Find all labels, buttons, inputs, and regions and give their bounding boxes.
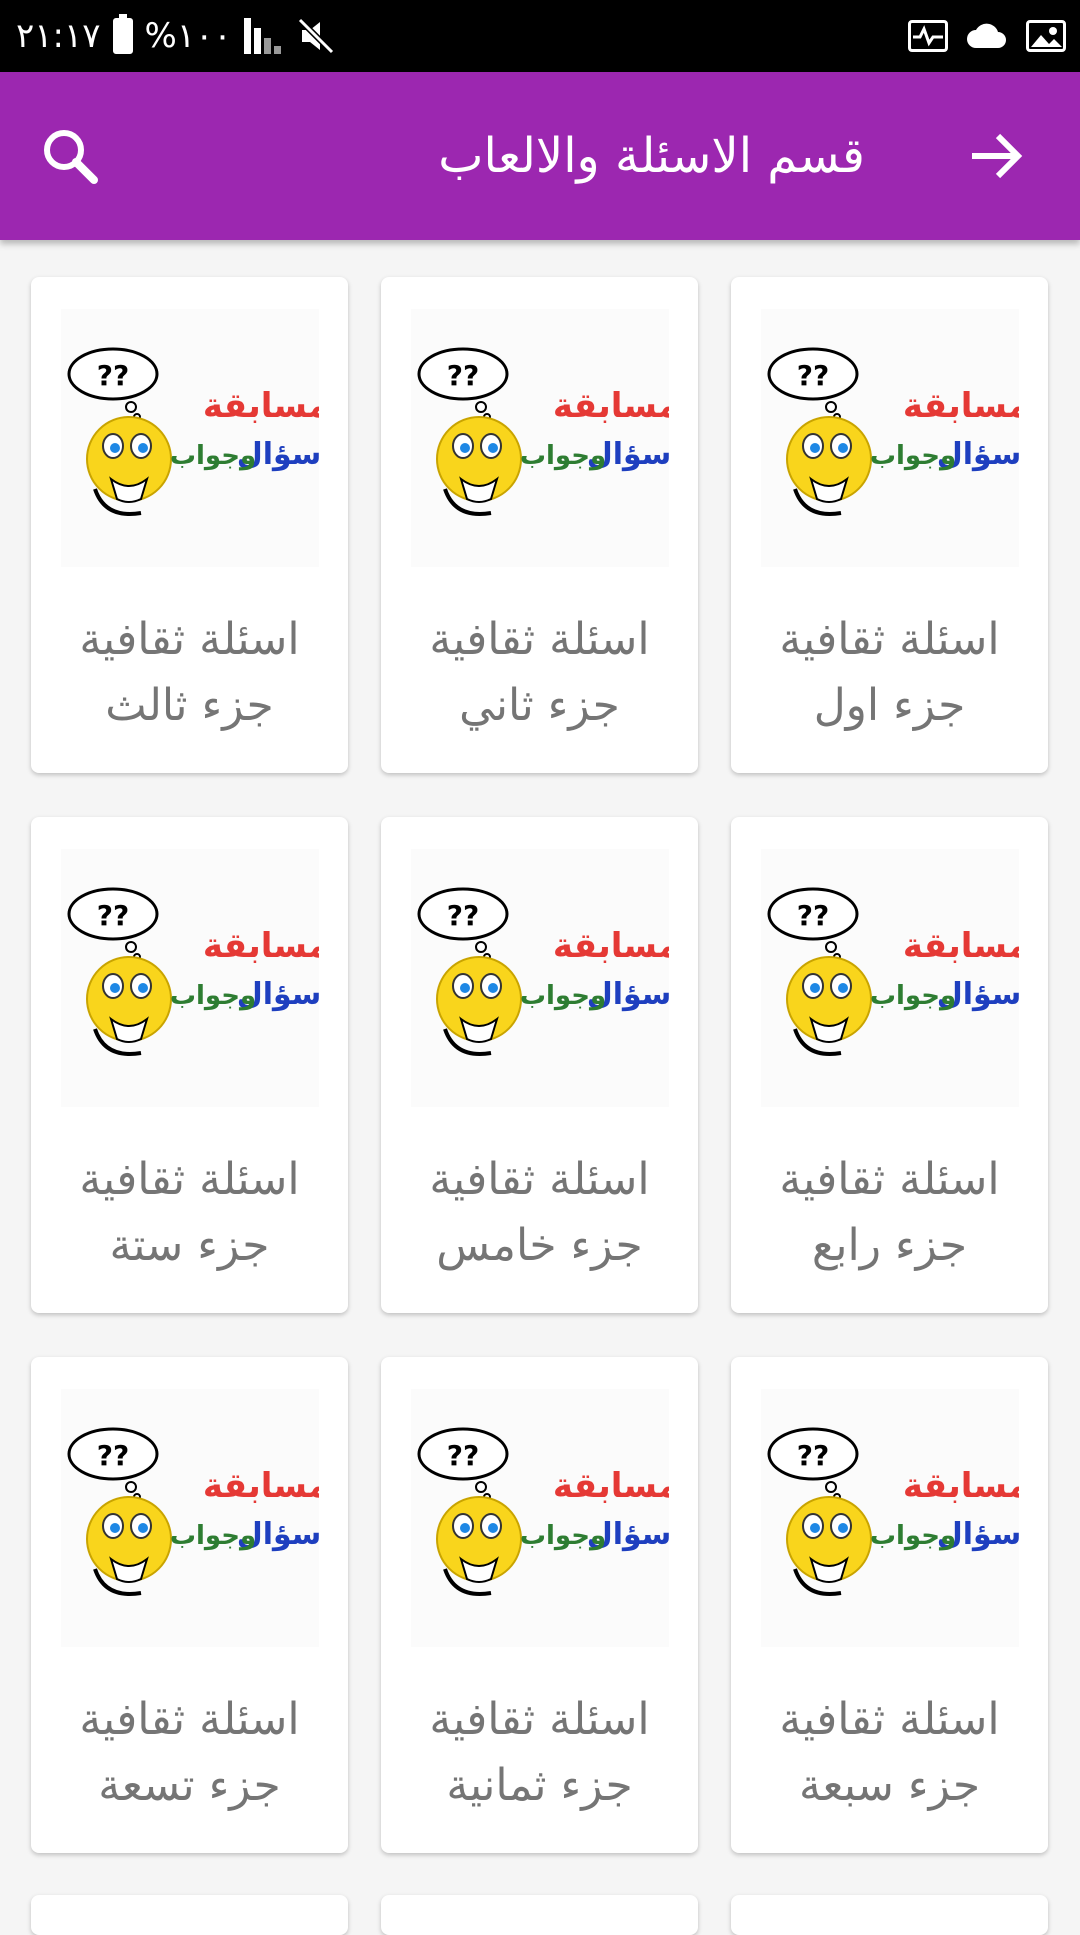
card-image: ?? مسابقة سؤال وجواب — [411, 309, 679, 567]
quiz-logo-icon: ?? مسابقة سؤال وجواب — [767, 347, 1029, 516]
card-title-line1: اسئلة ثقافية — [429, 1154, 650, 1205]
logo-line2b: وجواب — [170, 441, 256, 471]
card-image: ?? مسابقة سؤال وجواب — [761, 849, 1029, 1107]
logo-line1: مسابقة — [903, 1466, 1019, 1506]
logo-line1: مسابقة — [203, 386, 319, 426]
card-title-line1: اسئلة ثقافية — [429, 614, 650, 665]
quiz-card[interactable]: ?? مسابقة سؤال وجواب اسئلة ثقافية جزء ست… — [31, 817, 348, 1313]
logo-line1: مسابقة — [203, 926, 319, 966]
status-left: ٢١:١٧ %١٠٠ — [16, 12, 336, 60]
logo-line2b: وجواب — [520, 981, 606, 1011]
battery-icon — [112, 14, 133, 54]
card-title: اسئلة ثقافية جزء رابع — [731, 1147, 1048, 1279]
status-time: ٢١:١٧ — [16, 16, 101, 56]
page-title: قسم الاسئلة والالعاب — [438, 128, 865, 184]
quiz-card[interactable]: ?? مسابقة سؤال وجواب اسئلة ثقافية جزء خا… — [381, 817, 698, 1313]
logo-line2b: وجواب — [870, 441, 956, 471]
logo-line1: مسابقة — [553, 386, 669, 426]
card-title-line2: جزء رابع — [811, 1220, 968, 1271]
card-title-line1: اسئلة ثقافية — [429, 1694, 650, 1745]
quiz-logo-icon: ?? مسابقة سؤال وجواب — [67, 1427, 329, 1596]
logo-line2b: وجواب — [870, 981, 956, 1011]
card-peek[interactable] — [381, 1895, 698, 1935]
quiz-card[interactable]: ?? مسابقة سؤال وجواب اسئلة ثقافية جزء سب… — [731, 1357, 1048, 1853]
quiz-logo-icon: ?? مسابقة سؤال وجواب — [417, 1427, 679, 1596]
card-image: ?? مسابقة سؤال وجواب — [61, 1389, 329, 1647]
logo-line1: مسابقة — [553, 926, 669, 966]
mute-icon — [297, 17, 334, 55]
logo-bubble-text: ?? — [447, 359, 479, 392]
logo-line1: مسابقة — [203, 1466, 319, 1506]
card-title-line2: جزء ستة — [109, 1220, 270, 1271]
card-title-line2: جزء ثاني — [459, 680, 620, 731]
logo-line1: مسابقة — [903, 926, 1019, 966]
quiz-logo-icon: ?? مسابقة سؤال وجواب — [67, 347, 329, 516]
status-right — [908, 12, 1066, 60]
card-image: ?? مسابقة سؤال وجواب — [761, 1389, 1029, 1647]
signal-icon — [243, 18, 284, 54]
image-icon — [1026, 20, 1066, 52]
quiz-card[interactable]: ?? مسابقة سؤال وجواب اسئلة ثقافية جزء او… — [731, 277, 1048, 773]
arrow-right-icon[interactable] — [964, 124, 1028, 188]
card-image: ?? مسابقة سؤال وجواب — [411, 1389, 679, 1647]
card-title: اسئلة ثقافية جزء اول — [731, 607, 1048, 739]
card-title: اسئلة ثقافية جزء ثاني — [381, 607, 698, 739]
card-title-line2: جزء اول — [813, 680, 966, 731]
search-icon[interactable] — [36, 122, 104, 190]
card-peek[interactable] — [31, 1895, 348, 1935]
logo-bubble-text: ?? — [447, 1439, 479, 1472]
card-image: ?? مسابقة سؤال وجواب — [61, 309, 329, 567]
card-title: اسئلة ثقافية جزء ثمانية — [381, 1687, 698, 1819]
card-title: اسئلة ثقافية جزء ستة — [31, 1147, 348, 1279]
logo-bubble-text: ?? — [97, 899, 129, 932]
quiz-logo-icon: ?? مسابقة سؤال وجواب — [417, 887, 679, 1056]
quiz-card[interactable]: ?? مسابقة سؤال وجواب اسئلة ثقافية جزء را… — [731, 817, 1048, 1313]
logo-line2b: وجواب — [170, 1521, 256, 1551]
card-title-line1: اسئلة ثقافية — [779, 1154, 1000, 1205]
quiz-logo-icon: ?? مسابقة سؤال وجواب — [767, 1427, 1029, 1596]
logo-bubble-text: ?? — [447, 899, 479, 932]
quiz-card[interactable]: ?? مسابقة سؤال وجواب اسئلة ثقافية جزء ثم… — [381, 1357, 698, 1853]
quiz-card[interactable]: ?? مسابقة سؤال وجواب اسئلة ثقافية جزء ثا… — [31, 277, 348, 773]
card-title: اسئلة ثقافية جزء خامس — [381, 1147, 698, 1279]
quiz-card[interactable]: ?? مسابقة سؤال وجواب اسئلة ثقافية جزء تس… — [31, 1357, 348, 1853]
card-title: اسئلة ثقافية جزء تسعة — [31, 1687, 348, 1819]
app-bar: قسم الاسئلة والالعاب — [0, 72, 1080, 240]
logo-line2b: وجواب — [520, 1521, 606, 1551]
card-title-line2: جزء خامس — [436, 1220, 643, 1271]
card-title-line1: اسئلة ثقافية — [79, 1694, 300, 1745]
quiz-logo-icon: ?? مسابقة سؤال وجواب — [67, 887, 329, 1056]
card-title: اسئلة ثقافية جزء ثالث — [31, 607, 348, 739]
card-title-line2: جزء تسعة — [98, 1760, 281, 1811]
logo-bubble-text: ?? — [97, 1439, 129, 1472]
card-title: اسئلة ثقافية جزء سبعة — [731, 1687, 1048, 1819]
quiz-logo-icon: ?? مسابقة سؤال وجواب — [417, 347, 679, 516]
logo-line2b: وجواب — [870, 1521, 956, 1551]
cloud-icon — [967, 23, 1006, 48]
card-image: ?? مسابقة سؤال وجواب — [761, 309, 1029, 567]
logo-line2b: وجواب — [520, 441, 606, 471]
card-peek[interactable] — [731, 1895, 1048, 1935]
logo-bubble-text: ?? — [797, 1439, 829, 1472]
quiz-logo-icon: ?? مسابقة سؤال وجواب — [767, 887, 1029, 1056]
battery-percent: %١٠٠ — [144, 16, 232, 56]
card-title-line1: اسئلة ثقافية — [79, 614, 300, 665]
card-title-line2: جزء سبعة — [798, 1760, 981, 1811]
logo-line1: مسابقة — [903, 386, 1019, 426]
logo-bubble-text: ?? — [797, 899, 829, 932]
card-title-line1: اسئلة ثقافية — [79, 1154, 300, 1205]
status-bar: ٢١:١٧ %١٠٠ — [0, 0, 1080, 72]
logo-bubble-text: ?? — [797, 359, 829, 392]
card-title-line1: اسئلة ثقافية — [779, 1694, 1000, 1745]
activity-icon — [908, 20, 948, 52]
quiz-card[interactable]: ?? مسابقة سؤال وجواب اسئلة ثقافية جزء ثا… — [381, 277, 698, 773]
card-title-line2: جزء ثالث — [105, 680, 274, 731]
logo-bubble-text: ?? — [97, 359, 129, 392]
card-title-line1: اسئلة ثقافية — [779, 614, 1000, 665]
logo-line2b: وجواب — [170, 981, 256, 1011]
card-image: ?? مسابقة سؤال وجواب — [411, 849, 679, 1107]
card-image: ?? مسابقة سؤال وجواب — [61, 849, 329, 1107]
logo-line1: مسابقة — [553, 1466, 669, 1506]
card-title-line2: جزء ثمانية — [446, 1760, 633, 1811]
